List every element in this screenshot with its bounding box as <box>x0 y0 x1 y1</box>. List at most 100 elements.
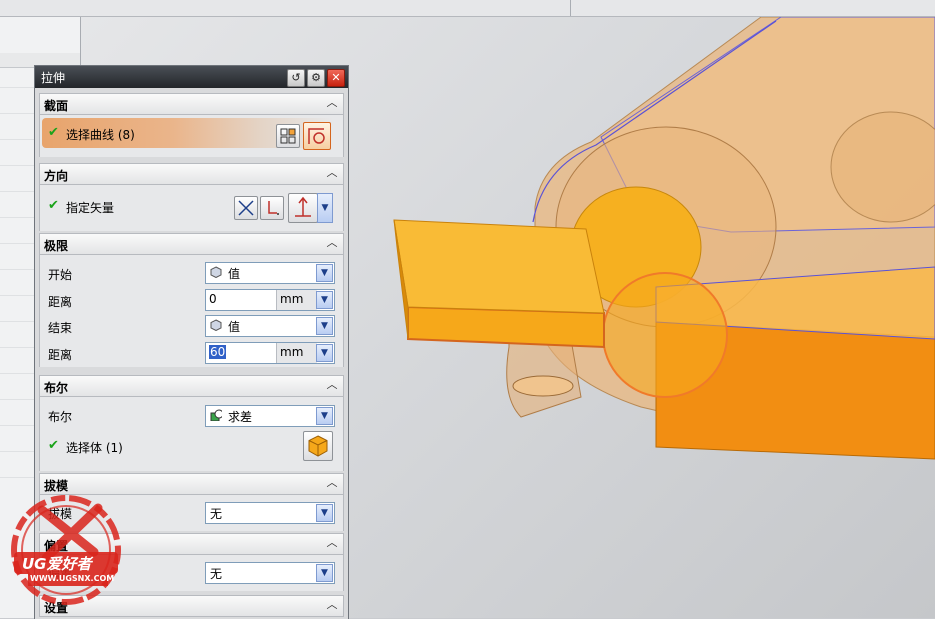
end-unit-field: mm <box>276 343 317 363</box>
reverse-direction-icon[interactable] <box>234 196 258 220</box>
section-header-direction[interactable]: 方向 ︿ <box>39 163 344 185</box>
start-unit: mm <box>280 292 304 306</box>
top-toolbar-strip <box>0 0 935 17</box>
chevron-down-icon[interactable]: ▼ <box>316 564 333 582</box>
limits-body: 开始 值 ▼ 距离 0 mm ▼ 结束 值 ▼ 距离 60 mm ▼ <box>39 255 344 367</box>
chevron-down-icon[interactable]: ▼ <box>316 291 333 309</box>
navigator-row <box>0 217 34 218</box>
watermark-seal <box>11 495 121 605</box>
dialog-title-bar[interactable]: 拉伸 ↺ ⚙ ✕ <box>35 66 348 88</box>
section-body: ✔ 选择曲线 (8) <box>39 115 344 157</box>
offset-dropdown[interactable]: 无 ▼ <box>205 562 335 584</box>
chevron-up-icon[interactable]: ︿ <box>325 536 339 550</box>
navigator-row <box>0 139 34 140</box>
draft-dropdown[interactable]: 无 ▼ <box>205 502 335 524</box>
reset-icon[interactable]: ↺ <box>287 69 305 87</box>
boolean-title: 布尔 <box>44 381 69 395</box>
direction-body: ✔ 指定矢量 ▼ <box>39 185 344 231</box>
select-body-icon[interactable] <box>303 431 333 461</box>
navigator-row <box>0 451 34 452</box>
end-unit: mm <box>280 345 304 359</box>
extrude-preview-top <box>393 219 605 314</box>
navigator-row <box>0 165 34 166</box>
end-distance-label: 距离 <box>48 348 73 362</box>
section-header-section[interactable]: 截面 ︿ <box>39 93 344 115</box>
dialog-title: 拉伸 <box>41 71 66 85</box>
cube-value-icon <box>210 319 222 331</box>
lower-hole <box>512 375 574 397</box>
watermark-brand: UG爱好者 <box>22 555 92 573</box>
navigator-row <box>0 373 34 374</box>
navigator-row <box>0 243 34 244</box>
curve-select-icon[interactable] <box>303 122 331 150</box>
chevron-down-icon[interactable]: ▼ <box>316 344 333 362</box>
start-type-dropdown[interactable]: 值 ▼ <box>205 262 335 284</box>
vector-type-glyph <box>295 196 311 217</box>
extrude-preview-front <box>407 305 605 349</box>
reverse-direction-glyph <box>238 200 254 216</box>
boolean-label: 布尔 <box>48 410 73 424</box>
limits-title: 极限 <box>44 239 69 253</box>
select-body-label: 选择体 (1) <box>66 441 123 455</box>
navigator-row <box>0 113 34 114</box>
chevron-up-icon[interactable]: ︿ <box>325 166 339 180</box>
chevron-down-icon[interactable]: ▼ <box>316 407 333 425</box>
chevron-down-icon[interactable]: ▼ <box>316 317 333 335</box>
section-title: 截面 <box>44 99 69 113</box>
body-cube-glyph <box>308 435 328 457</box>
navigator-row <box>0 425 34 426</box>
vector-dialog-icon[interactable] <box>260 196 284 220</box>
ugsnx-watermark-logo: UG爱好者 WWW.UGSNX.COM <box>8 488 132 612</box>
close-icon[interactable]: ✕ <box>327 69 345 87</box>
navigator-row <box>0 295 34 296</box>
chevron-up-icon[interactable]: ︿ <box>325 236 339 250</box>
start-label: 开始 <box>48 268 73 282</box>
end-distance-input[interactable]: 60 mm ▼ <box>205 342 335 364</box>
start-distance-value: 0 <box>209 292 217 306</box>
start-unit-field: mm <box>276 290 317 310</box>
end-label: 结束 <box>48 321 73 335</box>
navigator-row <box>0 87 34 88</box>
offset-value: 无 <box>210 567 223 581</box>
toolbar-separator <box>570 0 571 16</box>
chevron-up-icon[interactable]: ︿ <box>325 378 339 392</box>
navigator-row <box>0 347 34 348</box>
gear-icon[interactable]: ⚙ <box>307 69 325 87</box>
sketch-section-glyph <box>280 128 296 144</box>
sketch-section-icon[interactable] <box>276 124 300 148</box>
curve-select-glyph <box>308 128 325 144</box>
navigator-row <box>0 321 34 322</box>
cube-value-icon <box>210 266 222 278</box>
checkmark-icon: ✔ <box>48 198 59 213</box>
chevron-up-icon[interactable]: ︿ <box>325 476 339 490</box>
end-distance-value: 60 <box>209 345 227 359</box>
checkmark-icon: ✔ <box>48 125 59 140</box>
navigator-row <box>0 269 34 270</box>
chevron-up-icon[interactable]: ︿ <box>325 598 339 612</box>
navigator-row <box>0 477 34 478</box>
chevron-up-icon[interactable]: ︿ <box>325 96 339 110</box>
start-distance-label: 距离 <box>48 295 73 309</box>
end-type-value: 值 <box>228 320 241 334</box>
vector-type-dropdown-arrow[interactable]: ▼ <box>317 193 333 223</box>
end-type-dropdown[interactable]: 值 ▼ <box>205 315 335 337</box>
navigator-row <box>0 399 34 400</box>
watermark-url: WWW.UGSNX.COM <box>30 574 115 583</box>
start-type-value: 值 <box>228 267 241 281</box>
select-curve-label: 选择曲线 (8) <box>66 128 135 142</box>
chevron-down-icon[interactable]: ▼ <box>316 264 333 282</box>
boolean-dropdown[interactable]: 求差 ▼ <box>205 405 335 427</box>
navigator-row <box>0 191 34 192</box>
section-header-boolean[interactable]: 布尔 ︿ <box>39 375 344 397</box>
boolean-body: 布尔 求差 ▼ ✔ 选择体 (1) <box>39 397 344 471</box>
boolean-value: 求差 <box>228 410 253 424</box>
section-header-limits[interactable]: 极限 ︿ <box>39 233 344 255</box>
checkmark-icon: ✔ <box>48 438 59 453</box>
direction-title: 方向 <box>44 169 69 183</box>
start-distance-input[interactable]: 0 mm ▼ <box>205 289 335 311</box>
draft-value: 无 <box>210 507 223 521</box>
vector-type-icon[interactable] <box>288 193 318 223</box>
subtract-icon <box>210 409 222 421</box>
section-curve-circle[interactable] <box>602 272 728 398</box>
chevron-down-icon[interactable]: ▼ <box>316 504 333 522</box>
